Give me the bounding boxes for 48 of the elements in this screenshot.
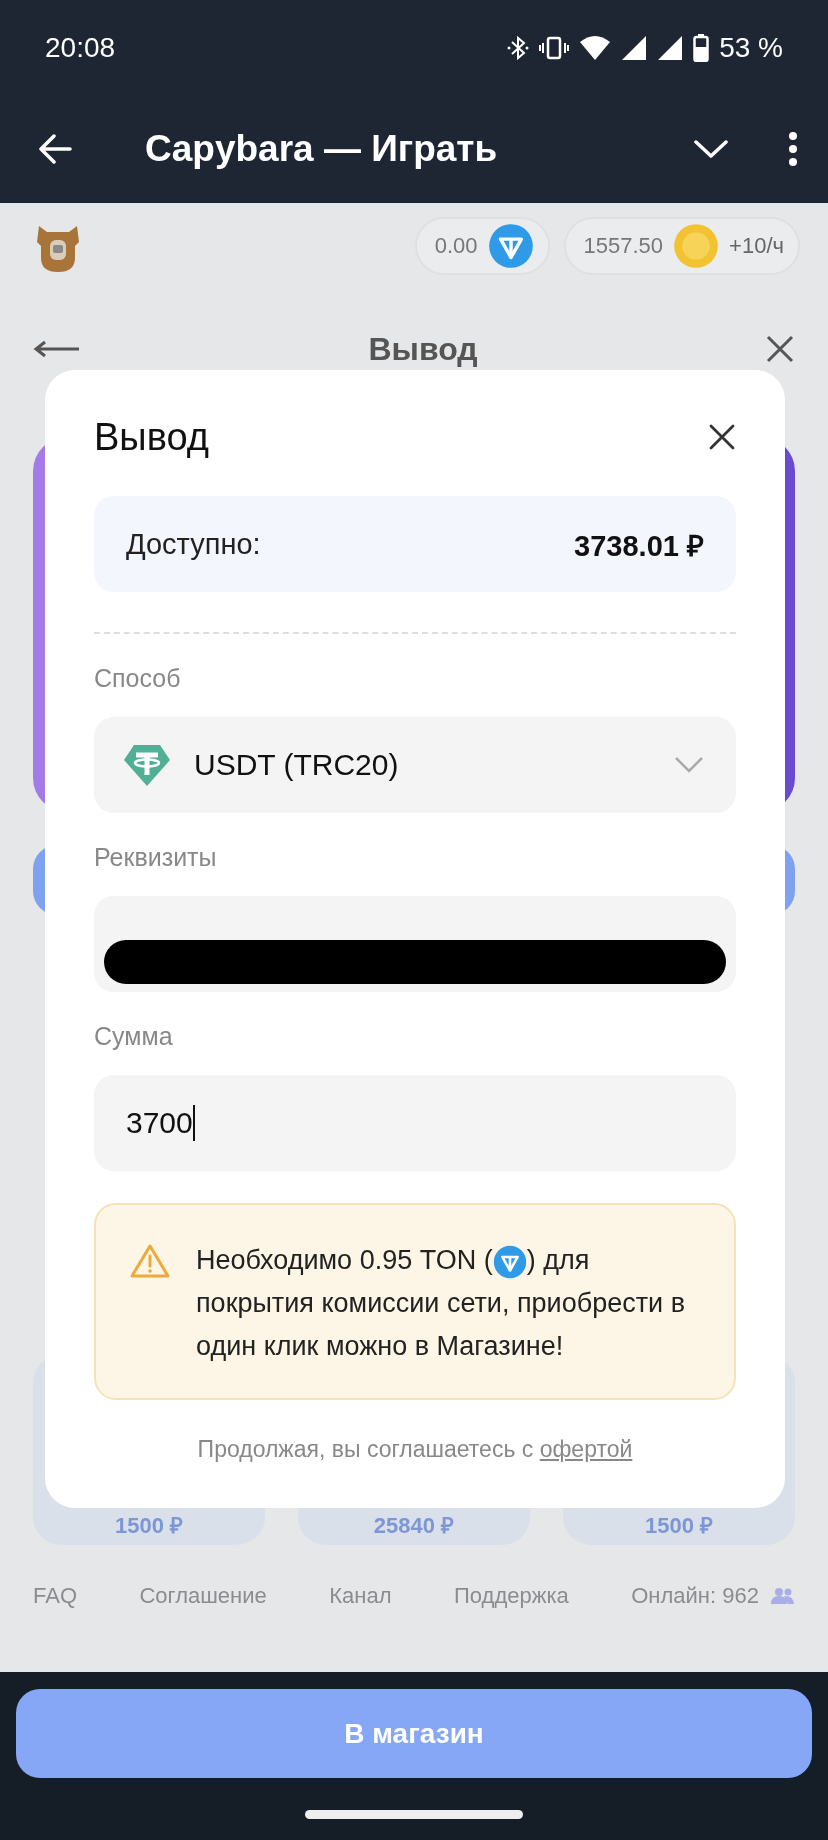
online-count: Онлайн: 962 [631,1583,759,1609]
price: 25840 ₽ [373,1512,455,1539]
income-rate: +10/ч [729,233,784,259]
back-arrow-icon[interactable] [33,339,81,359]
available-amount: 3738.01 ₽ [574,528,704,564]
battery-percentage: 53 % [719,31,783,64]
footer-link[interactable]: FAQ [33,1583,77,1609]
footer-link[interactable]: Канал [329,1583,392,1609]
warning-icon [130,1243,170,1279]
method-dropdown[interactable]: USDT (TRC20) [94,717,736,813]
battery-icon [693,33,710,62]
clock: 20:08 [45,31,116,64]
dialog-title: Вывод [94,415,209,459]
field-label: Способ [94,664,182,693]
balance-amount: 0.00 [434,233,478,259]
app-title: Capybara — Играть [145,128,499,170]
balance-pill[interactable]: 0.00 [414,217,550,275]
field-label: Реквизиты [94,843,218,872]
more-menu-icon[interactable] [788,132,798,166]
balance-amount: 1557.50 [583,233,664,259]
requisites-field[interactable] [94,896,736,992]
vibrate-icon [539,35,570,60]
footer-link[interactable]: Поддержка [454,1583,569,1609]
field-label: Сумма [94,1022,174,1051]
close-icon[interactable] [708,423,736,451]
coin-icon [673,223,720,269]
chevron-down-icon[interactable] [694,139,728,159]
price: 1500 ₽ [114,1512,184,1539]
tether-icon [124,743,170,787]
terms-text: Продолжая, вы соглашаетесь с офертой [196,1436,634,1463]
amount-field[interactable]: 3700 [94,1075,736,1171]
balance-pill[interactable]: 1557.50 +10/ч [563,217,800,275]
chevron-down-icon [674,756,704,774]
people-icon [770,1586,795,1606]
close-icon[interactable] [765,334,795,364]
wifi-icon [579,34,612,61]
page-title: Вывод [368,330,478,368]
signal-icon [621,34,648,61]
ton-coin-icon [492,1244,527,1279]
warning-text: Необходимо 0.95 TON ( ) для покрытия комиссии сети, приобрести в один клик можно в Магазине! [196,1243,686,1363]
price: 1500 ₽ [644,1512,714,1539]
offer-link[interactable]: офертой [539,1436,633,1462]
available-label: Доступно: [126,527,261,561]
shop-button[interactable]: В магазин [16,1689,812,1778]
bluetooth-icon [507,34,530,61]
footer-link[interactable]: Соглашение [139,1583,267,1609]
signal-icon [657,34,684,61]
ton-coin-icon [487,223,534,269]
